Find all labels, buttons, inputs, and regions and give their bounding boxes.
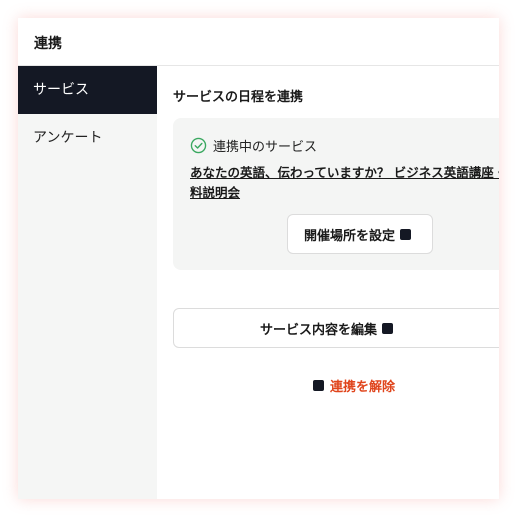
- panel-title: 連携: [34, 36, 62, 52]
- section-title: サービスの日程を連携: [173, 90, 304, 105]
- set-location-button[interactable]: 開催場所を設定: [287, 214, 433, 254]
- check-circle-icon: [190, 137, 207, 154]
- sidebar-item-label: サービス: [33, 82, 89, 98]
- square-icon: [382, 322, 393, 334]
- edit-service-button[interactable]: サービス内容を編集: [173, 308, 499, 348]
- sidebar-item-survey[interactable]: アンケート: [18, 114, 157, 162]
- linked-service-card: 連携中のサービス あなたの英語、伝わっていますか？ ビジネス英語講座・無料説明会…: [173, 118, 499, 270]
- linked-status-label: 連携中のサービス: [213, 140, 318, 155]
- set-location-label: 開催場所を設定: [303, 228, 395, 244]
- sidebar: サービス アンケート: [18, 66, 157, 499]
- panel-header: 連携: [18, 18, 499, 66]
- linked-status: 連携中のサービス: [190, 136, 317, 155]
- page: 連携 サービス アンケート サービスの日程を連携 連携中のサービス あなたの英語…: [0, 0, 517, 517]
- unlink-label: 連携を解除: [330, 380, 396, 395]
- integration-panel: 連携 サービス アンケート サービスの日程を連携 連携中のサービス あなたの英語…: [18, 18, 499, 499]
- sidebar-item-service[interactable]: サービス: [18, 66, 157, 114]
- unlink-button[interactable]: 連携を解除: [313, 376, 395, 395]
- sidebar-item-label: アンケート: [33, 130, 103, 146]
- square-icon: [313, 380, 324, 391]
- edit-service-label: サービス内容を編集: [259, 322, 377, 338]
- square-icon: [400, 228, 411, 240]
- linked-service-title-link[interactable]: あなたの英語、伝わっていますか？ ビジネス英語講座・無料説明会: [190, 163, 499, 203]
- main-content: サービスの日程を連携 連携中のサービス あなたの英語、伝わっていますか？ ビジネ…: [157, 66, 499, 499]
